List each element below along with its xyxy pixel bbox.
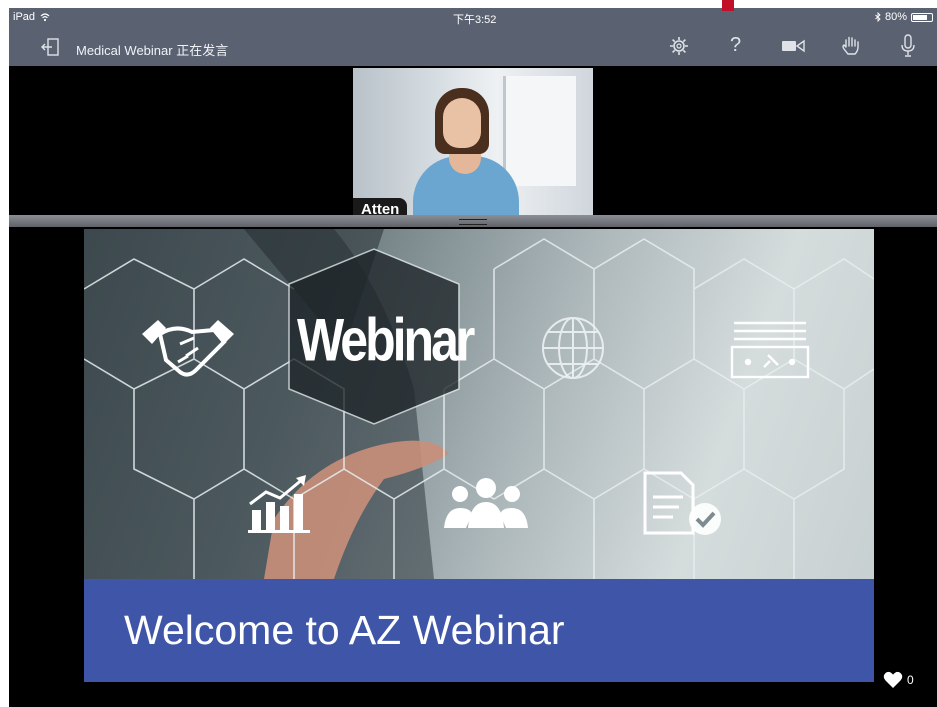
exit-icon[interactable] (41, 37, 61, 57)
handshake-icon (142, 320, 234, 377)
like-counter[interactable]: 0 (883, 671, 914, 689)
status-time: 下午3:52 (453, 14, 497, 26)
raise-hand-icon[interactable] (841, 35, 861, 57)
battery-icon (911, 12, 933, 22)
people-icon (444, 478, 528, 528)
certificate-icon (730, 321, 810, 379)
wifi-icon (40, 12, 50, 21)
status-left: iPad (13, 11, 50, 23)
webinar-hex-label: Webinar (297, 306, 475, 374)
device-label: iPad (13, 11, 36, 23)
help-icon[interactable]: ? (730, 34, 741, 57)
webinar-app: iPad 下午3:52 80% Medical Webinar 正在发言 ? A… (9, 8, 937, 707)
participant-face (443, 98, 481, 148)
globe-icon (542, 317, 604, 379)
split-divider[interactable] (9, 215, 937, 227)
status-right: 80% (875, 11, 933, 23)
camera-icon[interactable] (781, 39, 805, 53)
participant-video[interactable] (353, 68, 593, 218)
like-count: 0 (907, 673, 914, 687)
red-marker (722, 0, 734, 11)
drag-handle[interactable] (459, 219, 487, 225)
chart-icon (248, 475, 310, 533)
heart-icon[interactable] (883, 671, 903, 689)
banner-text: Welcome to AZ Webinar (124, 607, 565, 653)
settings-icon[interactable] (669, 36, 689, 56)
battery-percent: 80% (884, 11, 907, 23)
document-check-icon (643, 471, 721, 535)
meeting-toolbar: Medical Webinar 正在发言 ? (9, 28, 937, 66)
status-bar: iPad 下午3:52 80% (9, 8, 937, 28)
slide-banner: Welcome to AZ Webinar (84, 579, 874, 682)
background-window (503, 76, 576, 186)
meeting-title: Medical Webinar 正在发言 (76, 43, 229, 58)
shared-slide: Webinar Welcome to AZ Webinar (84, 229, 874, 682)
bluetooth-icon (875, 12, 881, 22)
microphone-icon[interactable] (900, 34, 916, 58)
